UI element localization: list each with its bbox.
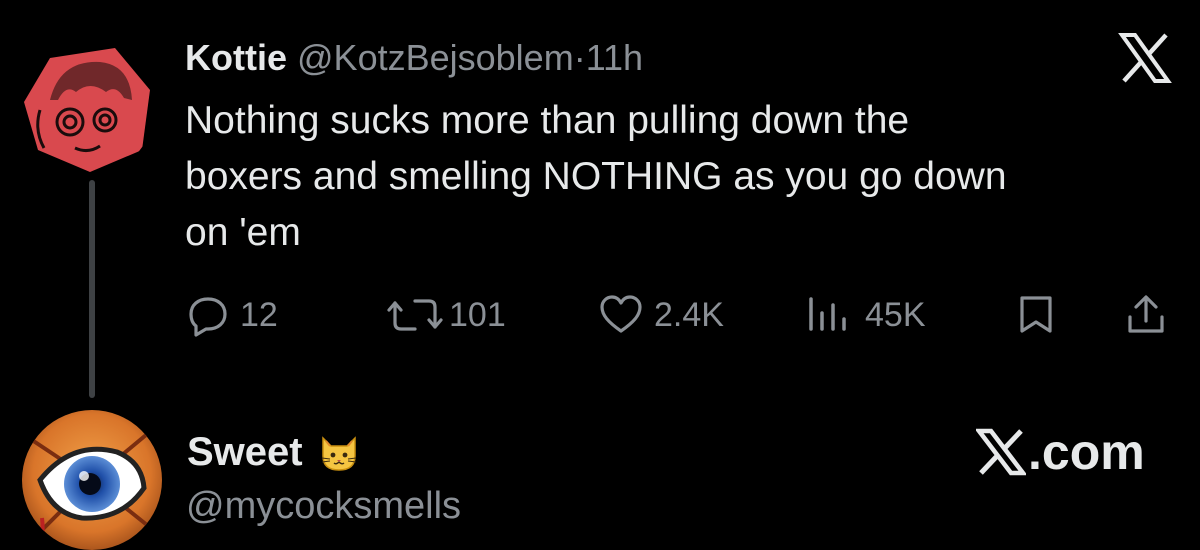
tweet-text-line: boxers and smelling NOTHING as you go do… [185,155,1007,198]
tweet-header: Kottie @KotzBejsoblem·11h [185,36,643,80]
avatar[interactable] [22,410,162,550]
cat-face-icon [317,430,361,474]
separator-dot: · [573,37,586,78]
author-name[interactable]: Kottie [185,37,287,78]
repost-button[interactable]: 101 [385,290,506,340]
like-button[interactable]: 2.4K [598,290,724,340]
x-logo-icon [976,428,1026,476]
reply-icon [189,297,227,337]
avatar[interactable] [20,40,155,175]
x-logo-icon [1118,32,1172,84]
thread-connector-line [89,180,95,398]
reply-button[interactable]: 12 [186,290,278,340]
like-icon [600,295,642,333]
reply-author-handle[interactable]: @mycocksmells [186,480,461,532]
repost-icon [387,299,443,331]
tweet-text-line: Nothing sucks more than pulling down the [185,99,910,142]
like-count: 2.4K [654,295,724,334]
share-icon [1128,295,1164,333]
bookmark-icon [1020,296,1052,333]
reply-author-name[interactable]: Sweet [187,424,303,480]
repost-count: 101 [449,295,506,334]
tweet-time[interactable]: 11h [586,37,643,78]
avatar-illustration [22,410,162,550]
tweet-text: Nothing sucks more than pulling down the… [185,93,1175,261]
tweet-text-line: on 'em [185,211,301,254]
watermark-domain: .com [1028,424,1145,480]
reply-count: 12 [240,295,278,334]
views-button[interactable]: 45K [805,290,926,340]
avatar-illustration [20,40,155,175]
bookmark-button[interactable] [1016,290,1056,340]
watermark: .com [976,420,1145,484]
views-count: 45K [865,295,926,334]
views-icon [809,297,846,331]
reply-author-row: Sweet [187,424,361,480]
author-handle[interactable]: @KotzBejsoblem [297,37,574,78]
share-button[interactable] [1124,290,1168,340]
